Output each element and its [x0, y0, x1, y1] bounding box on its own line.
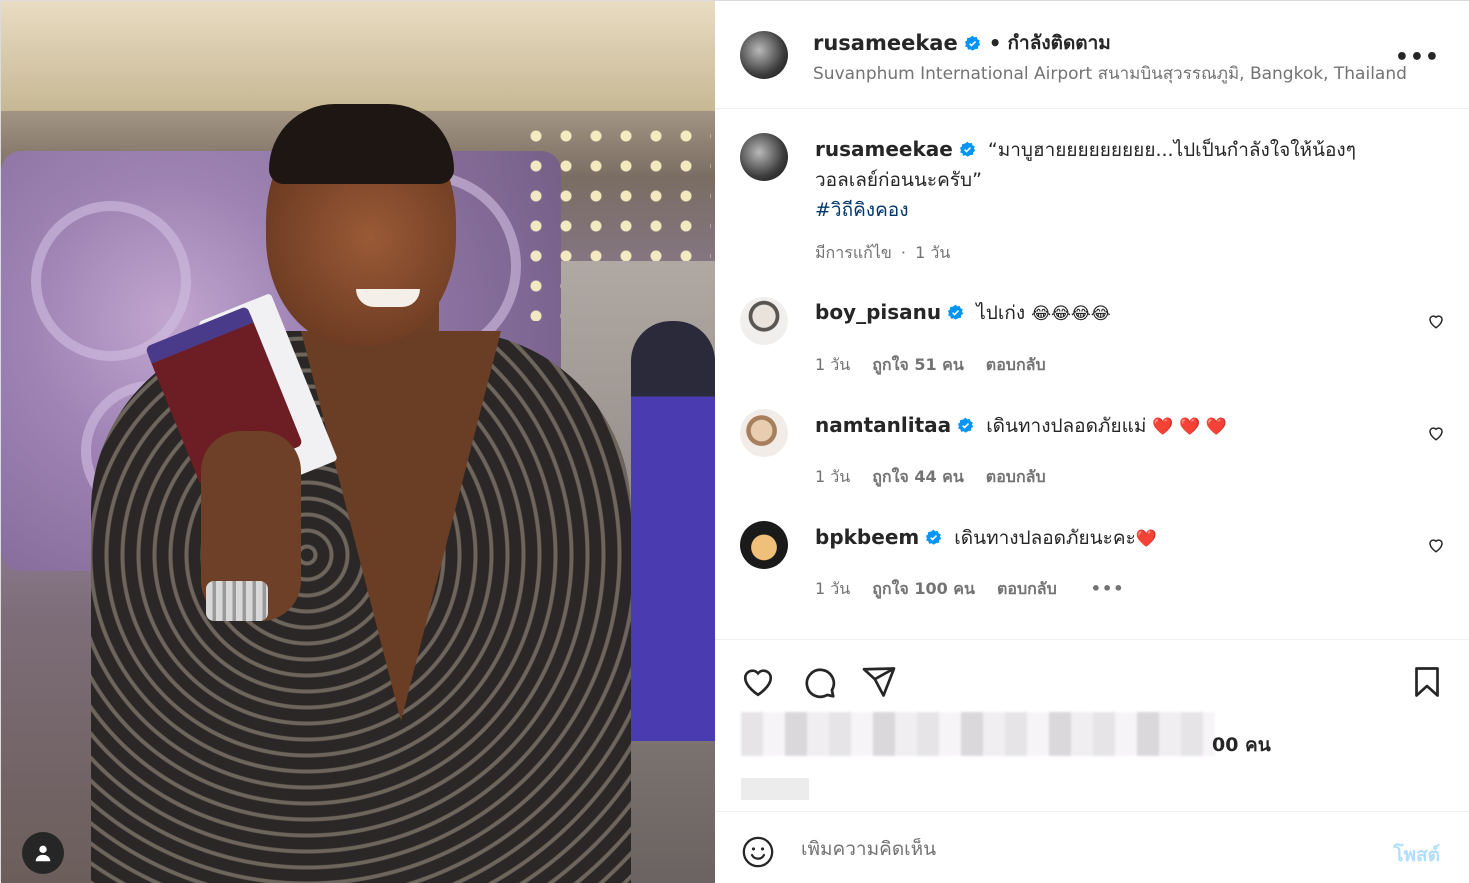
profile-icon [35, 845, 51, 862]
likes-count[interactable]: 00 คน [1212, 730, 1271, 760]
verified-icon [964, 35, 980, 51]
comment-avatar[interactable] [740, 521, 788, 569]
author-username[interactable]: rusameekae [813, 31, 958, 55]
comment-likes[interactable]: ถูกใจ 100 คน [872, 579, 975, 598]
comment-likes[interactable]: ถูกใจ 51 คน [872, 355, 964, 374]
comment-meta: 1 วัน ถูกใจ 100 คน ตอบกลับ ••• [815, 577, 1124, 602]
separator-dot: • [988, 31, 1002, 55]
tagged-people-button[interactable] [22, 832, 64, 874]
comment-avatar[interactable] [740, 409, 788, 457]
comment-text: ไปเก่ง [976, 302, 1026, 324]
post-dialog: rusameekae • กำลังติดตาม Suvanphum Inter… [0, 0, 1469, 883]
comment-time[interactable]: 1 วัน [815, 355, 850, 374]
comment-emojis: ❤️ [1135, 529, 1157, 549]
comment-username[interactable]: boy_pisanu [815, 300, 941, 324]
comment-text: เดินทางปลอดภัยนะคะ [954, 527, 1136, 549]
more-icon: ••• [1394, 45, 1440, 70]
verified-icon [926, 529, 942, 545]
caption-time[interactable]: 1 วัน [915, 243, 950, 262]
heart-icon[interactable] [740, 664, 776, 700]
post-comment-button[interactable]: โพสต์ [1393, 840, 1440, 870]
comment-avatar[interactable] [740, 297, 788, 345]
post-header: rusameekae • กำลังติดตาม Suvanphum Inter… [715, 1, 1469, 109]
more-options-button[interactable]: ••• [1395, 45, 1440, 70]
comment-time[interactable]: 1 วัน [815, 467, 850, 486]
bookmark-icon[interactable] [1409, 664, 1445, 700]
like-comment-heart-icon[interactable] [1427, 312, 1445, 330]
caption-line-2: วอลเลย์ก่อนนะครับ” [815, 169, 982, 191]
verified-icon [958, 417, 974, 433]
reply-button[interactable]: ตอบกลับ [997, 579, 1057, 598]
comment-input[interactable] [801, 838, 1361, 860]
comment-row: boy_pisanu ไปเก่ง 😂😂😂😂 [815, 297, 1111, 329]
reply-button[interactable]: ตอบกลับ [986, 467, 1046, 486]
caption-line-1: “มาบูฮายยยยยยยยย...ไปเป็นกำลังใจให้น้องๆ [987, 139, 1356, 161]
comment-text: เดินทางปลอดภัยแม่ [986, 415, 1147, 437]
post-photo[interactable] [1, 1, 715, 883]
comment-username[interactable]: namtanlitaa [815, 413, 951, 437]
post-date-blurred [741, 778, 809, 800]
comment-meta: 1 วัน ถูกใจ 44 คน ตอบกลับ [815, 465, 1046, 490]
caption-username[interactable]: rusameekae [815, 137, 953, 161]
verified-icon [948, 304, 964, 320]
comment-emojis: ❤️ ❤️ ❤️ [1152, 417, 1227, 437]
comment-meta: 1 วัน ถูกใจ 51 คน ตอบกลับ [815, 353, 1046, 378]
hashtag-link[interactable]: #วิถีคิงคอง [815, 199, 908, 221]
edited-label: มีการแก้ไข [815, 243, 892, 262]
comment-more-button[interactable]: ••• [1091, 579, 1125, 598]
comment-icon[interactable] [801, 664, 837, 700]
reply-button[interactable]: ตอบกลับ [986, 355, 1046, 374]
comment-time[interactable]: 1 วัน [815, 579, 850, 598]
liked-by-blurred [741, 712, 1215, 756]
share-icon[interactable] [861, 664, 897, 700]
post-location[interactable]: Suvanphum International Airport สนามบินส… [813, 60, 1407, 87]
caption-meta: มีการแก้ไข · 1 วัน [815, 243, 951, 262]
comment-bar: โพสต์ [715, 811, 1469, 883]
comment-row: namtanlitaa เดินทางปลอดภัยแม่ ❤️ ❤️ ❤️ [815, 410, 1227, 442]
caption-text: rusameekae “มาบูฮายยยยยยยยย...ไปเป็นกำลั… [815, 134, 1415, 225]
comment-likes[interactable]: ถูกใจ 44 คน [872, 467, 964, 486]
caption-avatar[interactable] [740, 133, 788, 181]
comment-row: bpkbeem เดินทางปลอดภัยนะคะ❤️ [815, 522, 1157, 554]
comment-username[interactable]: bpkbeem [815, 525, 919, 549]
follow-status-button[interactable]: กำลังติดตาม [1008, 28, 1111, 58]
emoji-icon[interactable] [741, 835, 775, 869]
like-comment-heart-icon[interactable] [1427, 424, 1445, 442]
action-bar: 00 คน [715, 639, 1469, 809]
post-side-panel: rusameekae • กำลังติดตาม Suvanphum Inter… [715, 1, 1469, 883]
verified-icon [959, 141, 975, 157]
author-avatar[interactable] [740, 31, 788, 79]
comment-emojis: 😂😂😂😂 [1031, 304, 1111, 324]
like-comment-heart-icon[interactable] [1427, 536, 1445, 554]
